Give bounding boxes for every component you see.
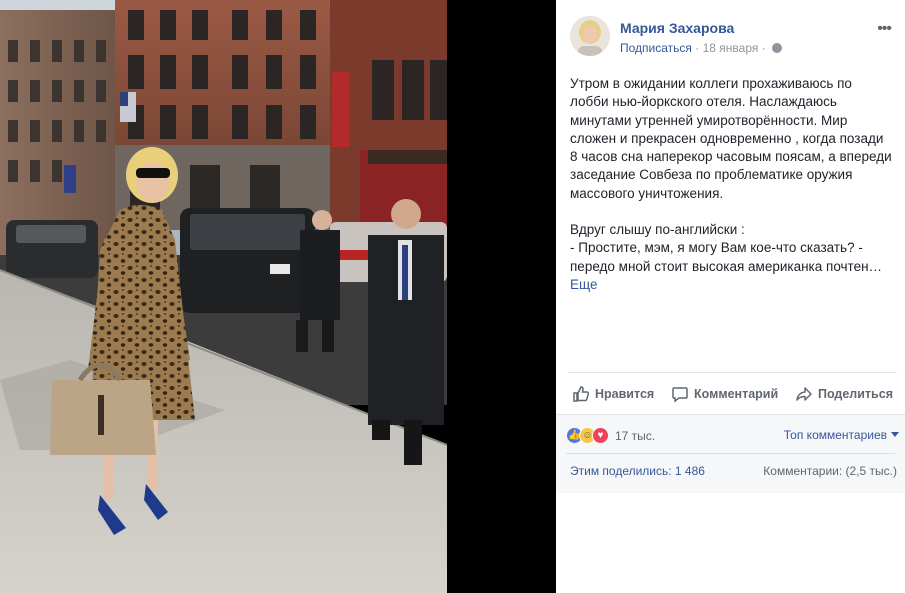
author-name[interactable]: Мария Захарова: [620, 20, 734, 36]
meta-separator: ·: [695, 41, 700, 55]
chevron-down-icon: [891, 432, 899, 437]
post-text: Утром в ожидании коллеги прохаживаюсь по…: [570, 75, 894, 294]
love-reaction-icon: ♥: [592, 427, 609, 444]
share-arrow-icon: [796, 386, 812, 401]
thumbs-up-icon: [573, 385, 590, 402]
reactions-summary[interactable]: 👍 ☺ ♥ 17 тыс.: [566, 427, 655, 444]
top-comments-label: Топ комментариев: [783, 428, 887, 442]
post-meta: Подписаться · 18 января ·: [620, 41, 783, 55]
comment-bubble-icon: [672, 386, 688, 402]
share-label: Поделиться: [817, 386, 893, 401]
like-label: Нравится: [595, 386, 655, 401]
stats-section: 👍 ☺ ♥ 17 тыс. Топ комментариев Этим поде…: [556, 414, 905, 493]
comment-label: Комментарий: [693, 386, 779, 401]
comment-button[interactable]: Комментарий: [671, 385, 778, 403]
post-photo[interactable]: [0, 0, 447, 593]
meta-separator-2: ·: [761, 41, 766, 55]
share-button[interactable]: Поделиться: [795, 385, 893, 403]
like-button[interactable]: Нравится: [572, 385, 654, 403]
post-panel: Мария Захарова Подписаться · 18 января ·…: [556, 0, 905, 593]
action-bar: Нравится Комментарий Поделиться: [568, 372, 897, 414]
photo-viewer: [0, 0, 553, 593]
more-options-icon[interactable]: •••: [877, 20, 892, 38]
post-date[interactable]: 18 января: [703, 41, 759, 55]
post-header: Мария Захарова Подписаться · 18 января ·…: [570, 16, 895, 60]
divider: [566, 453, 895, 454]
post-paragraph-3: - Простите, мэм, я могу Вам кое-что сказ…: [570, 240, 883, 274]
comments-count[interactable]: Комментарии: (2,5 тыс.): [763, 464, 897, 478]
reactions-count[interactable]: 17 тыс.: [615, 429, 655, 443]
avatar[interactable]: [570, 16, 610, 56]
follow-button[interactable]: Подписаться: [620, 41, 692, 55]
globe-icon: [772, 43, 783, 53]
shares-count[interactable]: Этим поделились: 1 486: [570, 464, 705, 478]
post-paragraph-2: Вдруг слышу по-английски :: [570, 222, 745, 238]
top-comments-dropdown[interactable]: Топ комментариев: [784, 428, 899, 442]
see-more-link[interactable]: Еще: [570, 277, 597, 292]
post-paragraph-1: Утром в ожидании коллеги прохаживаюсь по…: [570, 76, 892, 201]
